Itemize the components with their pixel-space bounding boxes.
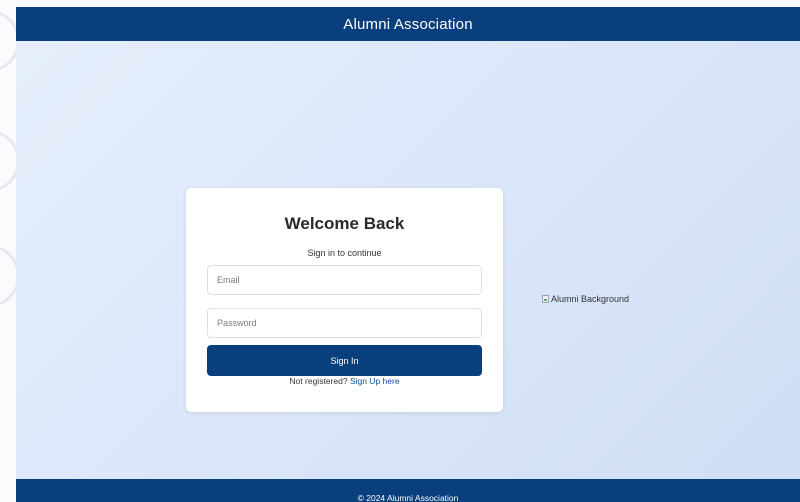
- watermark-circle: [0, 130, 16, 192]
- watermark-circle: [0, 10, 16, 72]
- broken-image-icon: [542, 295, 549, 303]
- login-subtitle: Sign in to continue: [307, 248, 382, 258]
- watermark-circle: [0, 245, 16, 307]
- register-prompt-line: Not registered? Sign Up here: [186, 376, 503, 386]
- sign-up-link[interactable]: Sign Up here: [350, 376, 400, 386]
- background-image-alt: Alumni Background: [551, 294, 630, 304]
- login-card: Welcome Back Sign in to continue Sign In…: [186, 188, 503, 412]
- register-prompt: Not registered?: [289, 376, 348, 386]
- password-input[interactable]: [207, 308, 482, 338]
- login-title: Welcome Back: [284, 214, 405, 233]
- app-window: Alumni Association Welcome Back Sign in …: [16, 7, 800, 502]
- sign-in-button[interactable]: Sign In: [207, 345, 482, 376]
- alumni-background-image: Alumni Background: [542, 294, 629, 304]
- footer-copyright: © 2024 Alumni Association: [357, 493, 459, 502]
- site-footer: © 2024 Alumni Association: [16, 479, 800, 502]
- email-input[interactable]: [207, 265, 482, 295]
- page-edge-watermark: [0, 0, 16, 502]
- main-content: Welcome Back Sign in to continue Sign In…: [16, 41, 800, 479]
- site-title: Alumni Association: [343, 15, 473, 33]
- site-header: Alumni Association: [16, 7, 800, 41]
